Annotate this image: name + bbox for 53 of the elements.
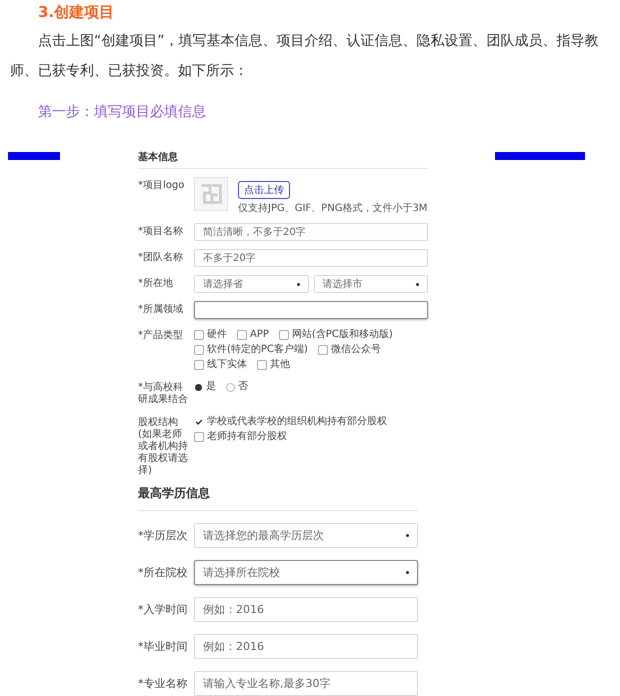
input-field[interactable]: 请输入专业名称,最多30字 xyxy=(194,671,418,696)
radio-button[interactable] xyxy=(195,384,202,390)
checkbox[interactable] xyxy=(278,330,289,340)
option-label: APP xyxy=(250,329,269,341)
option-label: 其他 xyxy=(270,359,290,371)
field-label: *入学时间 xyxy=(138,604,188,616)
checkbox[interactable] xyxy=(237,330,247,340)
option-label: 是 xyxy=(206,381,216,393)
field-label: *与高校科研成果结合 xyxy=(138,380,188,406)
select-dropdown[interactable]: 请选择市 xyxy=(314,275,428,293)
option-label: 网站(含PC版和移动版) xyxy=(292,329,393,341)
option-label: 否 xyxy=(238,381,248,393)
input-field[interactable]: 不多于20字 xyxy=(194,249,428,267)
field-label: *产品类型 xyxy=(138,328,184,342)
field-label: *学历层次 xyxy=(138,530,188,542)
input-field[interactable]: 例如：2016 xyxy=(194,634,418,659)
field-label: *所属领域 xyxy=(138,302,184,316)
select-dropdown[interactable]: 请选择省 xyxy=(194,275,308,293)
select-dropdown[interactable]: 请选择您的最高学历层次 xyxy=(194,523,418,548)
upload-hint: 仅支持JPG、GIF、PNG格式，文件小于3M xyxy=(238,202,428,215)
field-label: *项目名称 xyxy=(138,225,184,238)
field-label: *团队名称 xyxy=(138,251,184,264)
form-section-title: 基本信息 xyxy=(138,150,428,169)
checkbox[interactable] xyxy=(194,330,204,340)
form-section-title: 最高学历信息 xyxy=(138,485,418,511)
option-label: 线下实体 xyxy=(207,359,247,371)
input-field[interactable] xyxy=(194,301,428,319)
option-label: 软件(特定的PC客户端) xyxy=(207,344,308,356)
field-label: *所在地 xyxy=(138,276,174,290)
option-label: 微信公众号 xyxy=(330,344,381,356)
select-dropdown[interactable]: 请选择所在院校 xyxy=(194,560,418,585)
accent-bar xyxy=(8,152,60,160)
logo-placeholder-icon xyxy=(194,177,228,211)
option-label: 老师持有部分股权 xyxy=(207,431,287,443)
input-field[interactable]: 简洁清晰，不多于20字 xyxy=(194,223,428,241)
option-label: 硬件 xyxy=(207,329,227,341)
field-label: *项目logo xyxy=(138,179,186,192)
field-label: 股权结构(如果老师或者机构持有股权请选择) xyxy=(138,416,188,477)
upload-button[interactable]: 点击上传 xyxy=(238,181,290,199)
input-field[interactable]: 例如：2016 xyxy=(194,597,418,622)
paragraph: 点击上图“创建项目”，填写基本信息、项目介绍、认证信息、隐私设置、团队成员、指导教师、已获专利、已获投资。如下所示： xyxy=(10,32,600,81)
field-label: *专业名称 xyxy=(138,678,188,690)
field-label: *毕业时间 xyxy=(138,640,188,652)
field-label: *所在院校 xyxy=(138,566,188,578)
checkbox[interactable] xyxy=(194,360,204,370)
section-heading: 3.创建项目 xyxy=(37,2,116,22)
checkbox[interactable] xyxy=(257,360,267,370)
option-label: 学校或代表学校的组织机构持有部分股权 xyxy=(207,416,387,428)
step-heading: 第一步：填写项目必填信息 xyxy=(37,103,207,122)
checkbox[interactable] xyxy=(194,432,204,442)
checkbox[interactable] xyxy=(194,345,204,355)
radio-button[interactable] xyxy=(226,382,235,392)
checkbox[interactable] xyxy=(318,345,328,355)
